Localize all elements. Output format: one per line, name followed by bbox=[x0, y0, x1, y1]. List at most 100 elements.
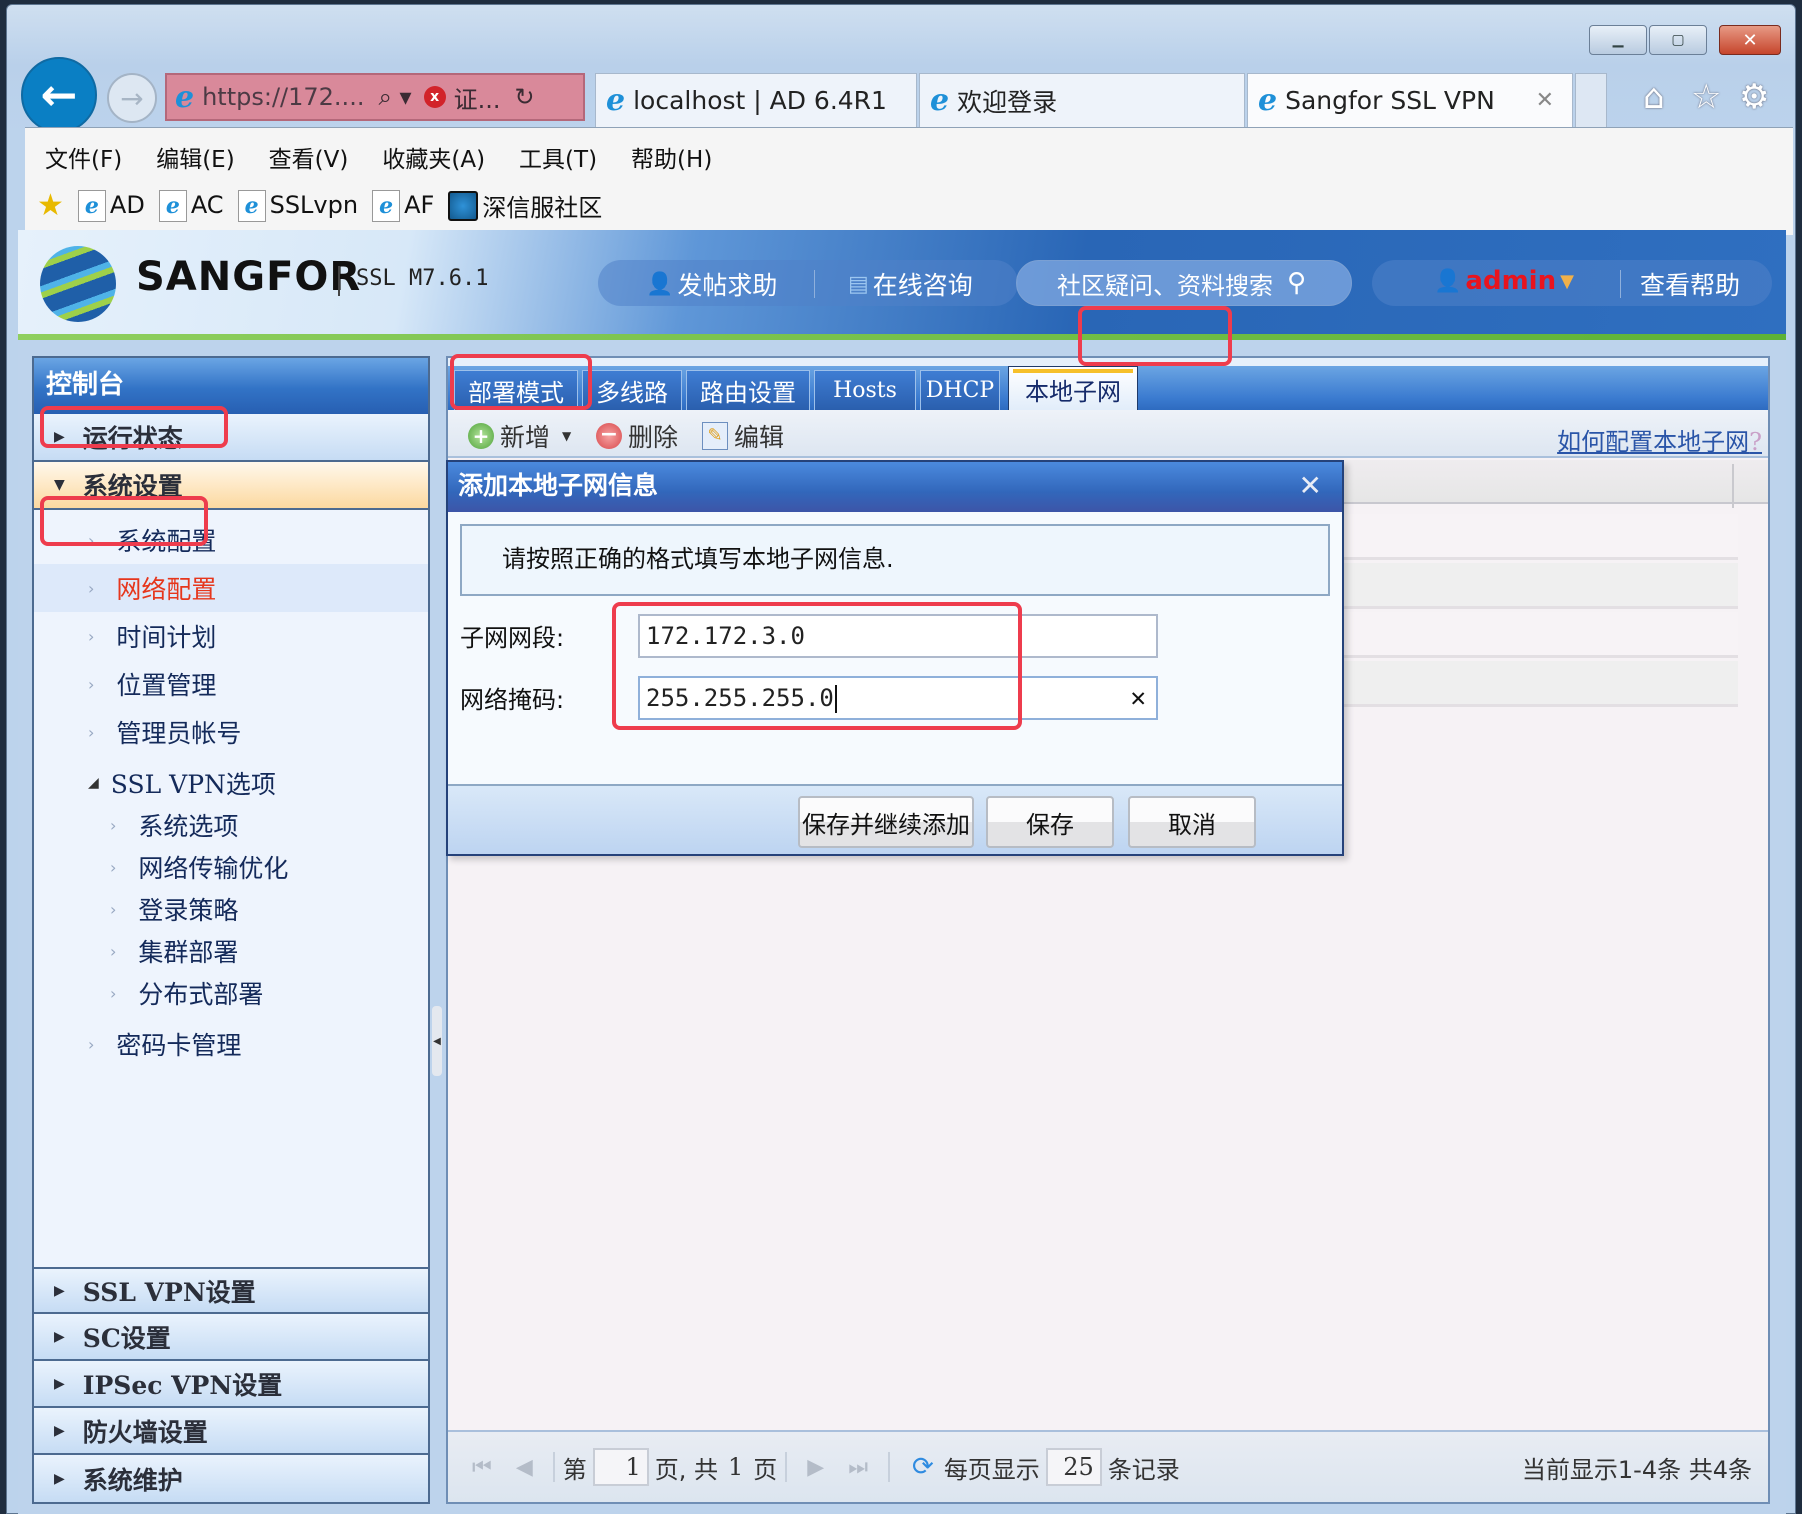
per-page-input[interactable]: 25 bbox=[1045, 1448, 1102, 1486]
delete-button[interactable]: − 删除 bbox=[596, 418, 678, 454]
netmask-value: 255.255.255.0 bbox=[646, 684, 834, 712]
sidebar-group-ipsec[interactable]: ▶ IPSec VPN设置 bbox=[34, 1361, 428, 1408]
favorite-link[interactable]: e AD bbox=[77, 189, 145, 222]
chevron-right-icon: › bbox=[88, 626, 95, 646]
dialog-title-bar[interactable]: 添加本地子网信息 ✕ bbox=[448, 462, 1342, 512]
favorite-link[interactable]: e AC bbox=[158, 189, 224, 222]
sidebar-subitem[interactable]: › 登录策略 bbox=[34, 888, 428, 930]
brand-name: SANGFOR bbox=[136, 254, 362, 300]
page-number-input[interactable]: 1 bbox=[592, 1448, 649, 1486]
user-menu[interactable]: 👤 admin ▼ bbox=[1434, 266, 1574, 296]
favorites-bar: ★ e AD e AC e SSLvpn e AF 深信服社区 bbox=[37, 188, 602, 223]
sidebar-subitem[interactable]: › 分布式部署 bbox=[34, 972, 428, 1014]
sidebar-collapse-handle[interactable]: ◀ bbox=[432, 1006, 442, 1076]
gear-icon[interactable]: ⚙ bbox=[1739, 77, 1769, 117]
save-and-continue-button[interactable]: 保存并继续添加 bbox=[798, 796, 974, 848]
caret-right-icon: ▶ bbox=[54, 1422, 65, 1439]
back-button[interactable]: ← bbox=[21, 57, 97, 133]
column-separator[interactable] bbox=[1732, 464, 1734, 508]
edit-button[interactable]: ✎ 编辑 bbox=[702, 418, 784, 454]
divider bbox=[888, 1452, 891, 1482]
menu-tools[interactable]: 工具(T) bbox=[519, 140, 597, 174]
caret-right-icon: ▶ bbox=[54, 1282, 65, 1299]
prev-page-icon[interactable]: ◀ bbox=[516, 1455, 533, 1480]
divider bbox=[552, 1452, 555, 1482]
browser-tab-active[interactable]: e Sangfor SSL VPN ✕ bbox=[1247, 73, 1573, 127]
browser-tab[interactable]: e 欢迎登录 bbox=[919, 73, 1245, 127]
browser-tab[interactable]: e localhost | AD 6.4R1 bbox=[595, 73, 917, 127]
clear-input-icon[interactable]: ✕ bbox=[1130, 678, 1146, 718]
save-button[interactable]: 保存 bbox=[986, 796, 1114, 848]
minimize-button[interactable]: ▁ bbox=[1589, 25, 1647, 55]
forward-button[interactable]: → bbox=[107, 73, 157, 123]
sidebar-group-status[interactable]: ▶ 运行状态 bbox=[34, 414, 428, 462]
menu-edit[interactable]: 编辑(E) bbox=[156, 140, 234, 174]
tab-multiline[interactable]: 多线路 bbox=[582, 370, 682, 410]
favorite-link[interactable]: e SSLvpn bbox=[237, 189, 358, 222]
maximize-button[interactable]: ▢ bbox=[1649, 25, 1707, 55]
menu-help[interactable]: 帮助(H) bbox=[631, 140, 712, 174]
sidebar-item-location[interactable]: › 位置管理 bbox=[34, 660, 428, 708]
caret-down-icon[interactable]: ▼ bbox=[562, 429, 571, 443]
tab-dhcp[interactable]: DHCP bbox=[920, 370, 1000, 410]
menu-file[interactable]: 文件(F) bbox=[45, 140, 122, 174]
search-icon[interactable]: ⌕ ▾ bbox=[378, 83, 411, 111]
sidebar-group-sc[interactable]: ▶ SC设置 bbox=[34, 1314, 428, 1361]
favorite-link[interactable]: e AF bbox=[372, 189, 434, 222]
favorites-star-icon[interactable]: ☆ bbox=[1691, 77, 1721, 117]
close-window-button[interactable]: ✕ bbox=[1719, 25, 1781, 55]
sidebar-subitem[interactable]: › 系统选项 bbox=[34, 804, 428, 846]
dialog-close-icon[interactable]: ✕ bbox=[1299, 462, 1322, 510]
netmask-input[interactable]: 255.255.255.0 ✕ bbox=[638, 676, 1158, 720]
tab-deploy-mode[interactable]: 部署模式 bbox=[454, 370, 578, 410]
sidebar-bottom-groups: ▶ SSL VPN设置 ▶ SC设置 ▶ IPSec VPN设置 ▶ 防火墙设置 ▶ 系统… bbox=[34, 1267, 428, 1502]
per-page-suffix: 条记录 bbox=[1107, 1455, 1180, 1484]
tab-label: Sangfor SSL VPN bbox=[1285, 86, 1495, 115]
tab-routing[interactable]: 路由设置 bbox=[686, 370, 810, 410]
address-bar[interactable]: e https://172.... ⌕ ▾ x 证... ↻ bbox=[165, 73, 585, 121]
online-consult-link[interactable]: ▤ 在线咨询 bbox=[848, 266, 973, 302]
sidebar-item-ssl-vpn-options[interactable]: ◢ SSL VPN选项 bbox=[34, 762, 428, 804]
view-help-link[interactable]: 查看帮助 bbox=[1640, 266, 1740, 302]
refresh-icon[interactable]: ↻ bbox=[514, 83, 534, 111]
cert-error-icon[interactable]: x bbox=[423, 86, 446, 108]
chevron-right-icon: › bbox=[110, 815, 117, 835]
next-page-icon[interactable]: ▶ bbox=[807, 1455, 824, 1480]
add-button[interactable]: + 新增 ▼ bbox=[468, 418, 571, 454]
first-page-icon[interactable]: ⏮ bbox=[472, 1455, 492, 1480]
add-favorite-star-icon[interactable]: ★ bbox=[37, 188, 64, 223]
divider bbox=[814, 270, 815, 298]
sidebar-item-card-mgmt[interactable]: › 密码卡管理 bbox=[34, 1020, 428, 1068]
sidebar-group-firewall[interactable]: ▶ 防火墙设置 bbox=[34, 1408, 428, 1455]
search-icon[interactable]: ⚲ bbox=[1287, 268, 1306, 298]
caret-down-icon: ▼ bbox=[54, 477, 65, 493]
sidebar-group-ssl-vpn[interactable]: ▶ SSL VPN设置 bbox=[34, 1267, 428, 1314]
close-tab-icon[interactable]: ✕ bbox=[1536, 88, 1554, 113]
new-tab-button[interactable] bbox=[1575, 73, 1607, 127]
sidebar-item-network-config[interactable]: › 网络配置 bbox=[34, 564, 428, 612]
menu-view[interactable]: 查看(V) bbox=[269, 140, 349, 174]
cert-error-label[interactable]: 证... bbox=[454, 80, 501, 115]
sidebar-subitem[interactable]: › 集群部署 bbox=[34, 930, 428, 972]
pagination-bar: ⏮ ◀ 第 1 页, 共 1 页 ▶ ⏭ ⟳ 每页显示 25 条记录 当前显示1… bbox=[448, 1430, 1768, 1502]
help-link-local-subnet[interactable]: 如何配置本地子网? bbox=[1557, 422, 1762, 457]
menu-favorites[interactable]: 收藏夹(A) bbox=[382, 140, 485, 174]
tab-local-subnet[interactable]: 本地子网 bbox=[1008, 366, 1138, 412]
sidebar-subitem[interactable]: › 网络传输优化 bbox=[34, 846, 428, 888]
last-page-icon[interactable]: ⏭ bbox=[848, 1455, 868, 1480]
favorite-link[interactable]: 深信服社区 bbox=[448, 188, 602, 223]
sidebar-item-admin-accounts[interactable]: › 管理员帐号 bbox=[34, 708, 428, 756]
sidebar-group-system-settings[interactable]: ▼ 系统设置 bbox=[34, 462, 428, 510]
community-search-input[interactable]: 社区疑问、资料搜索 ⚲ bbox=[1016, 260, 1352, 306]
refresh-icon[interactable]: ⟳ bbox=[912, 1452, 934, 1482]
cancel-button[interactable]: 取消 bbox=[1128, 796, 1256, 848]
sidebar-group-maintenance[interactable]: ▶ 系统维护 bbox=[34, 1455, 428, 1502]
post-help-link[interactable]: 👤 发帖求助 bbox=[646, 266, 777, 302]
sidebar-item-system-config[interactable]: › 系统配置 bbox=[34, 516, 428, 564]
sidebar-item-schedule[interactable]: › 时间计划 bbox=[34, 612, 428, 660]
address-url[interactable]: https://172.... bbox=[202, 83, 364, 111]
subnet-input[interactable]: 172.172.3.0 bbox=[638, 614, 1158, 658]
home-icon[interactable]: ⌂ bbox=[1643, 77, 1665, 117]
tab-hosts[interactable]: Hosts bbox=[814, 370, 916, 410]
sangfor-app: SANGFOR SSL M7.6.1 👤 发帖求助 ▤ 在线咨询 社区疑问、资料搜索… bbox=[18, 230, 1786, 1514]
